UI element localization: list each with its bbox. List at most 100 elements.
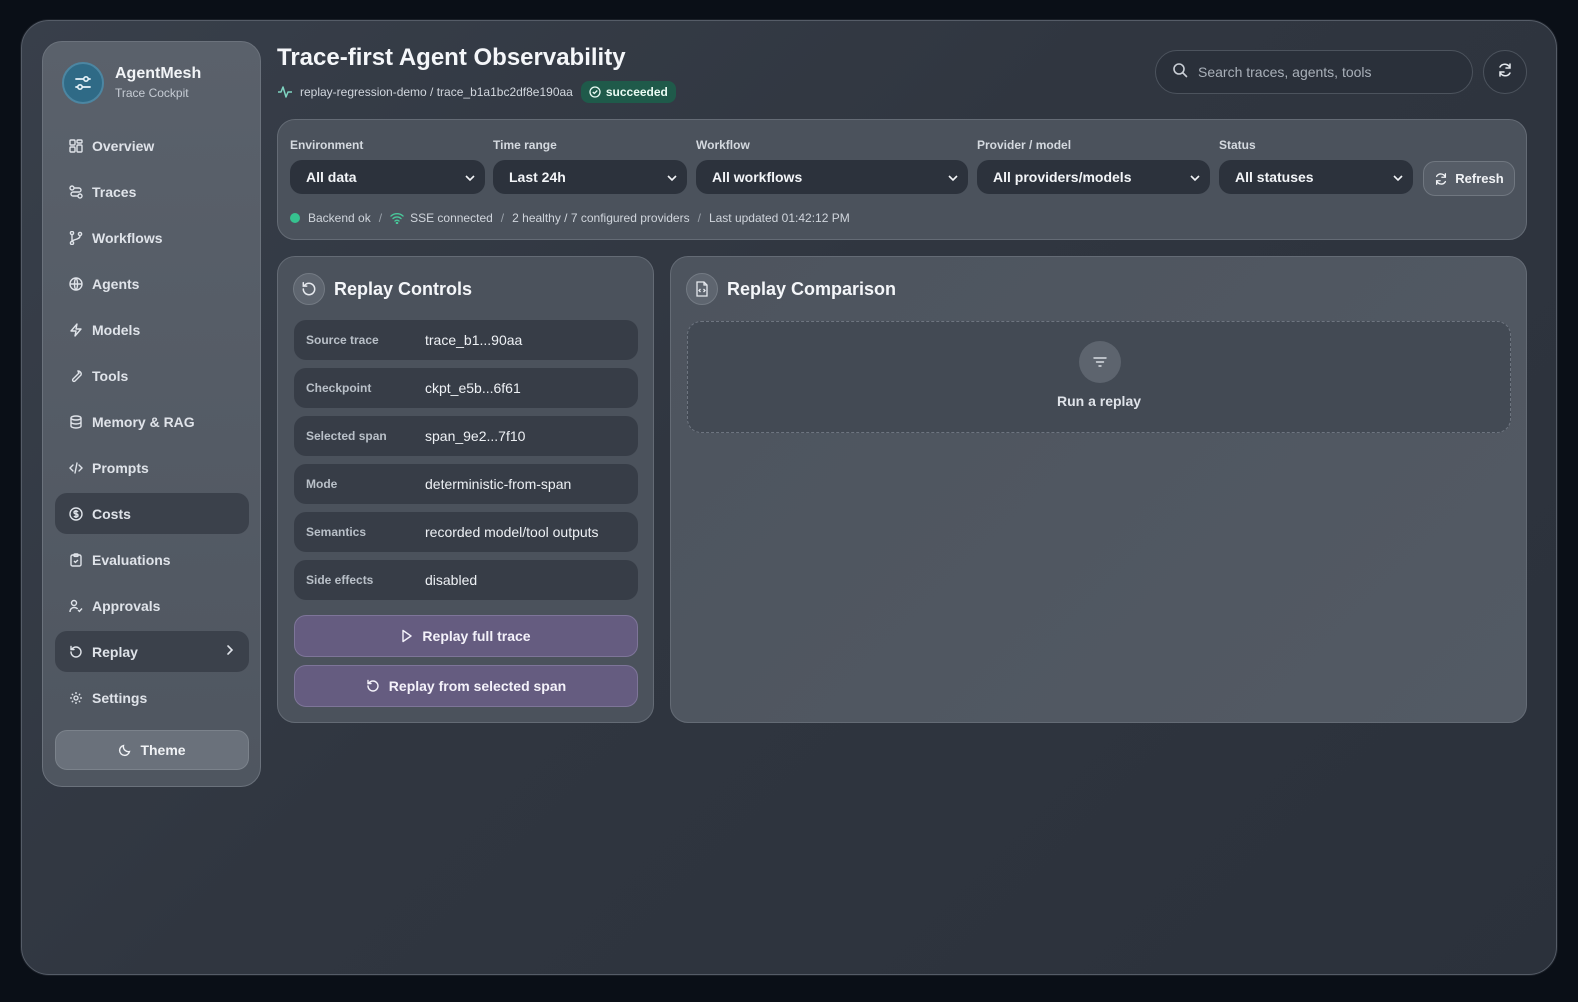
separator: /	[378, 211, 383, 225]
breadcrumb: replay-regression-demo / trace_b1a1bc2df…	[277, 81, 676, 103]
replay-from-span-button[interactable]: Replay from selected span	[294, 665, 638, 707]
replay-full-trace-label: Replay full trace	[422, 628, 531, 644]
kv-row-semantics: Semantics recorded model/tool outputs	[294, 512, 638, 552]
chevron-down-icon	[465, 169, 475, 185]
sidebar-item-workflows[interactable]: Workflows	[55, 217, 249, 258]
kv-key: Selected span	[306, 429, 387, 443]
sidebar-item-settings[interactable]: Settings	[55, 677, 249, 718]
breadcrumb-text[interactable]: replay-regression-demo / trace_b1a1bc2df…	[300, 85, 573, 99]
agentmesh-logo-icon	[62, 62, 104, 104]
bolt-icon	[68, 322, 84, 338]
chevron-down-icon	[948, 169, 958, 185]
sidebar-item-costs[interactable]: Costs	[55, 493, 249, 534]
sidebar-item-overview[interactable]: Overview	[55, 125, 249, 166]
theme-button[interactable]: Theme	[55, 730, 249, 770]
replay-comparison-header: Replay Comparison	[686, 273, 896, 305]
sidebar-item-prompts[interactable]: Prompts	[55, 447, 249, 488]
replay-controls-header: Replay Controls	[293, 273, 472, 305]
route-icon	[68, 184, 84, 200]
replay-controls-title: Replay Controls	[334, 278, 473, 299]
sync-button[interactable]	[1483, 50, 1527, 94]
search-icon	[1172, 62, 1188, 83]
chevron-down-icon	[667, 169, 677, 185]
sidebar-item-replay[interactable]: Replay	[55, 631, 249, 672]
sidebar-item-label: Memory & RAG	[92, 413, 195, 430]
activity-icon	[277, 85, 293, 99]
backend-status: Backend ok	[308, 211, 371, 225]
sidebar-item-evaluations[interactable]: Evaluations	[55, 539, 249, 580]
provider-filter: Provider / model All providers/models	[977, 138, 1210, 194]
sidebar-item-label: Workflows	[92, 229, 163, 246]
empty-state: Run a replay	[687, 321, 1511, 433]
workflow-value: All workflows	[712, 169, 803, 185]
sidebar-item-label: Tools	[92, 367, 129, 384]
wrench-icon	[68, 368, 84, 384]
workflow-filter: Workflow All workflows	[696, 138, 968, 194]
app-name: AgentMesh	[115, 65, 202, 82]
dollar-icon	[68, 506, 84, 522]
provider-select[interactable]: All providers/models	[977, 160, 1210, 194]
workflow-select[interactable]: All workflows	[696, 160, 968, 194]
environment-filter: Environment All data	[290, 138, 485, 194]
chevron-down-icon	[1190, 169, 1200, 185]
kv-row-selected-span: Selected span span_9e2...7f10	[294, 416, 638, 456]
status-badge-label: succeeded	[605, 85, 668, 99]
sidebar-item-models[interactable]: Models	[55, 309, 249, 350]
code-icon	[68, 460, 84, 476]
time-range-filter: Time range Last 24h	[493, 138, 687, 194]
workflow-label: Workflow	[696, 138, 750, 152]
sync-icon	[1497, 62, 1513, 83]
time-range-value: Last 24h	[509, 169, 566, 185]
sidebar-item-traces[interactable]: Traces	[55, 171, 249, 212]
kv-value: deterministic-from-span	[425, 476, 572, 492]
page-title: Trace-first Agent Observability	[277, 44, 626, 71]
kv-value: trace_b1...90aa	[425, 332, 523, 348]
kv-key: Mode	[306, 477, 338, 491]
replay-icon	[366, 679, 380, 693]
sidebar-item-label: Overview	[92, 137, 155, 154]
kv-value: disabled	[425, 572, 478, 588]
status-label: Status	[1219, 138, 1256, 152]
kv-value: recorded model/tool outputs	[425, 524, 599, 540]
refresh-button[interactable]: Refresh	[1423, 161, 1515, 196]
kv-value: span_9e2...7f10	[425, 428, 526, 444]
status-line: Backend ok / SSE connected / 2 healthy /…	[290, 211, 850, 225]
sidebar-item-approvals[interactable]: Approvals	[55, 585, 249, 626]
kv-row-side-effects: Side effects disabled	[294, 560, 638, 600]
branch-icon	[68, 230, 84, 246]
clipboard-icon	[68, 552, 84, 568]
environment-select[interactable]: All data	[290, 160, 485, 194]
chevron-right-icon	[225, 643, 235, 660]
search-box[interactable]	[1155, 50, 1473, 94]
replay-icon	[293, 273, 325, 305]
grid-icon	[68, 138, 84, 154]
filter-icon	[1079, 341, 1121, 383]
empty-state-text: Run a replay	[1056, 393, 1142, 409]
kv-key: Checkpoint	[306, 381, 372, 395]
replay-comparison-title: Replay Comparison	[727, 278, 897, 299]
sidebar-item-tools[interactable]: Tools	[55, 355, 249, 396]
refresh-icon	[1434, 172, 1448, 186]
sidebar-item-label: Models	[92, 321, 141, 338]
sidebar-item-label: Settings	[92, 689, 148, 706]
play-icon	[401, 629, 413, 643]
status-select[interactable]: All statuses	[1219, 160, 1413, 194]
sidebar-item-label: Traces	[92, 183, 137, 200]
replay-full-trace-button[interactable]: Replay full trace	[294, 615, 638, 657]
provider-health: 2 healthy / 7 configured providers	[512, 211, 690, 225]
kv-row-source-trace: Source trace trace_b1...90aa	[294, 320, 638, 360]
sidebar-item-agents[interactable]: Agents	[55, 263, 249, 304]
kv-key: Side effects	[306, 573, 374, 587]
sidebar-item-memory-rag[interactable]: Memory & RAG	[55, 401, 249, 442]
sidebar-nav: Overview Traces Workflows Agents Models …	[55, 125, 249, 723]
status-filter: Status All statuses	[1219, 138, 1413, 194]
status-value: All statuses	[1235, 169, 1314, 185]
time-range-select[interactable]: Last 24h	[493, 160, 687, 194]
search-input[interactable]	[1198, 64, 1458, 80]
kv-row-mode: Mode deterministic-from-span	[294, 464, 638, 504]
kv-key: Semantics	[306, 525, 367, 539]
sidebar-item-label: Prompts	[92, 459, 149, 476]
check-circle-icon	[589, 86, 601, 98]
filter-bar: Environment All data Time range Last 24h…	[277, 119, 1527, 240]
separator: /	[697, 211, 701, 225]
